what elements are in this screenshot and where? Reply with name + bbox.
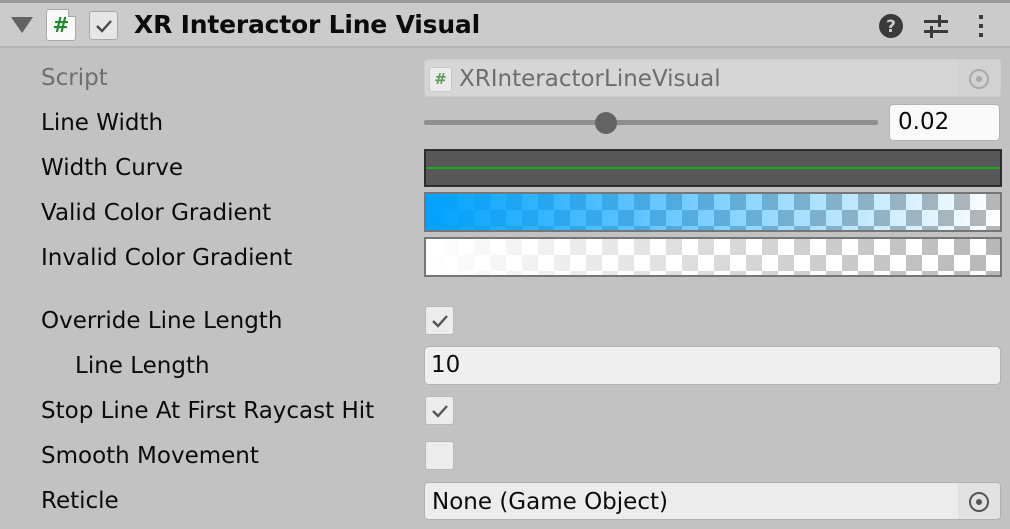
reticle-label: Reticle	[41, 488, 119, 514]
checkmark-icon	[432, 315, 448, 328]
width-curve-field[interactable]	[424, 149, 1002, 187]
curve-line	[426, 167, 1000, 169]
gradient-preview	[426, 194, 1000, 230]
object-picker-icon	[969, 69, 989, 89]
checkmark-icon	[432, 405, 448, 418]
object-picker-button[interactable]	[958, 483, 1000, 519]
width-curve-label: Width Curve	[41, 155, 183, 181]
script-value: XRInteractorLineVisual	[459, 66, 721, 92]
component-enabled-checkbox[interactable]	[89, 11, 118, 40]
presets-icon[interactable]	[921, 11, 951, 41]
smooth-movement-checkbox[interactable]	[425, 441, 454, 470]
invalid-color-gradient-label: Invalid Color Gradient	[41, 245, 293, 271]
object-picker-icon	[969, 492, 989, 512]
help-icon[interactable]: ?	[876, 11, 906, 41]
line-width-slider-track[interactable]	[424, 120, 878, 125]
line-width-slider-thumb[interactable]	[594, 112, 617, 134]
component-header[interactable]: # XR Interactor Line Visual ?	[0, 0, 1010, 48]
smooth-movement-label: Smooth Movement	[41, 443, 259, 469]
line-length-input[interactable]: 10	[424, 346, 1001, 385]
override-line-length-checkbox[interactable]	[425, 306, 454, 335]
object-picker-button	[958, 60, 1000, 96]
checkmark-icon	[96, 20, 112, 33]
component-title: XR Interactor Line Visual	[134, 10, 480, 39]
override-line-length-label: Override Line Length	[41, 308, 283, 334]
stop-line-at-first-raycast-hit-label: Stop Line At First Raycast Hit	[41, 398, 375, 424]
foldout-arrow-icon[interactable]	[11, 17, 33, 33]
script-field: # XRInteractorLineVisual	[424, 59, 1001, 97]
reticle-value: None (Game Object)	[432, 489, 668, 515]
script-label: Script	[41, 65, 108, 91]
reticle-field[interactable]: None (Game Object)	[424, 482, 1001, 520]
line-width-input[interactable]: 0.02	[889, 104, 1000, 141]
valid-color-gradient-field[interactable]	[424, 192, 1002, 232]
svg-text:?: ?	[886, 17, 896, 37]
valid-color-gradient-label: Valid Color Gradient	[41, 200, 272, 226]
gradient-preview	[426, 239, 1000, 275]
kebab-menu-icon[interactable]	[966, 11, 996, 41]
stop-line-at-first-raycast-hit-checkbox[interactable]	[425, 396, 454, 425]
script-icon: #	[429, 67, 452, 92]
invalid-color-gradient-field[interactable]	[424, 237, 1002, 277]
line-width-label: Line Width	[41, 110, 164, 136]
script-icon: #	[46, 9, 76, 41]
line-length-label: Line Length	[75, 353, 210, 379]
